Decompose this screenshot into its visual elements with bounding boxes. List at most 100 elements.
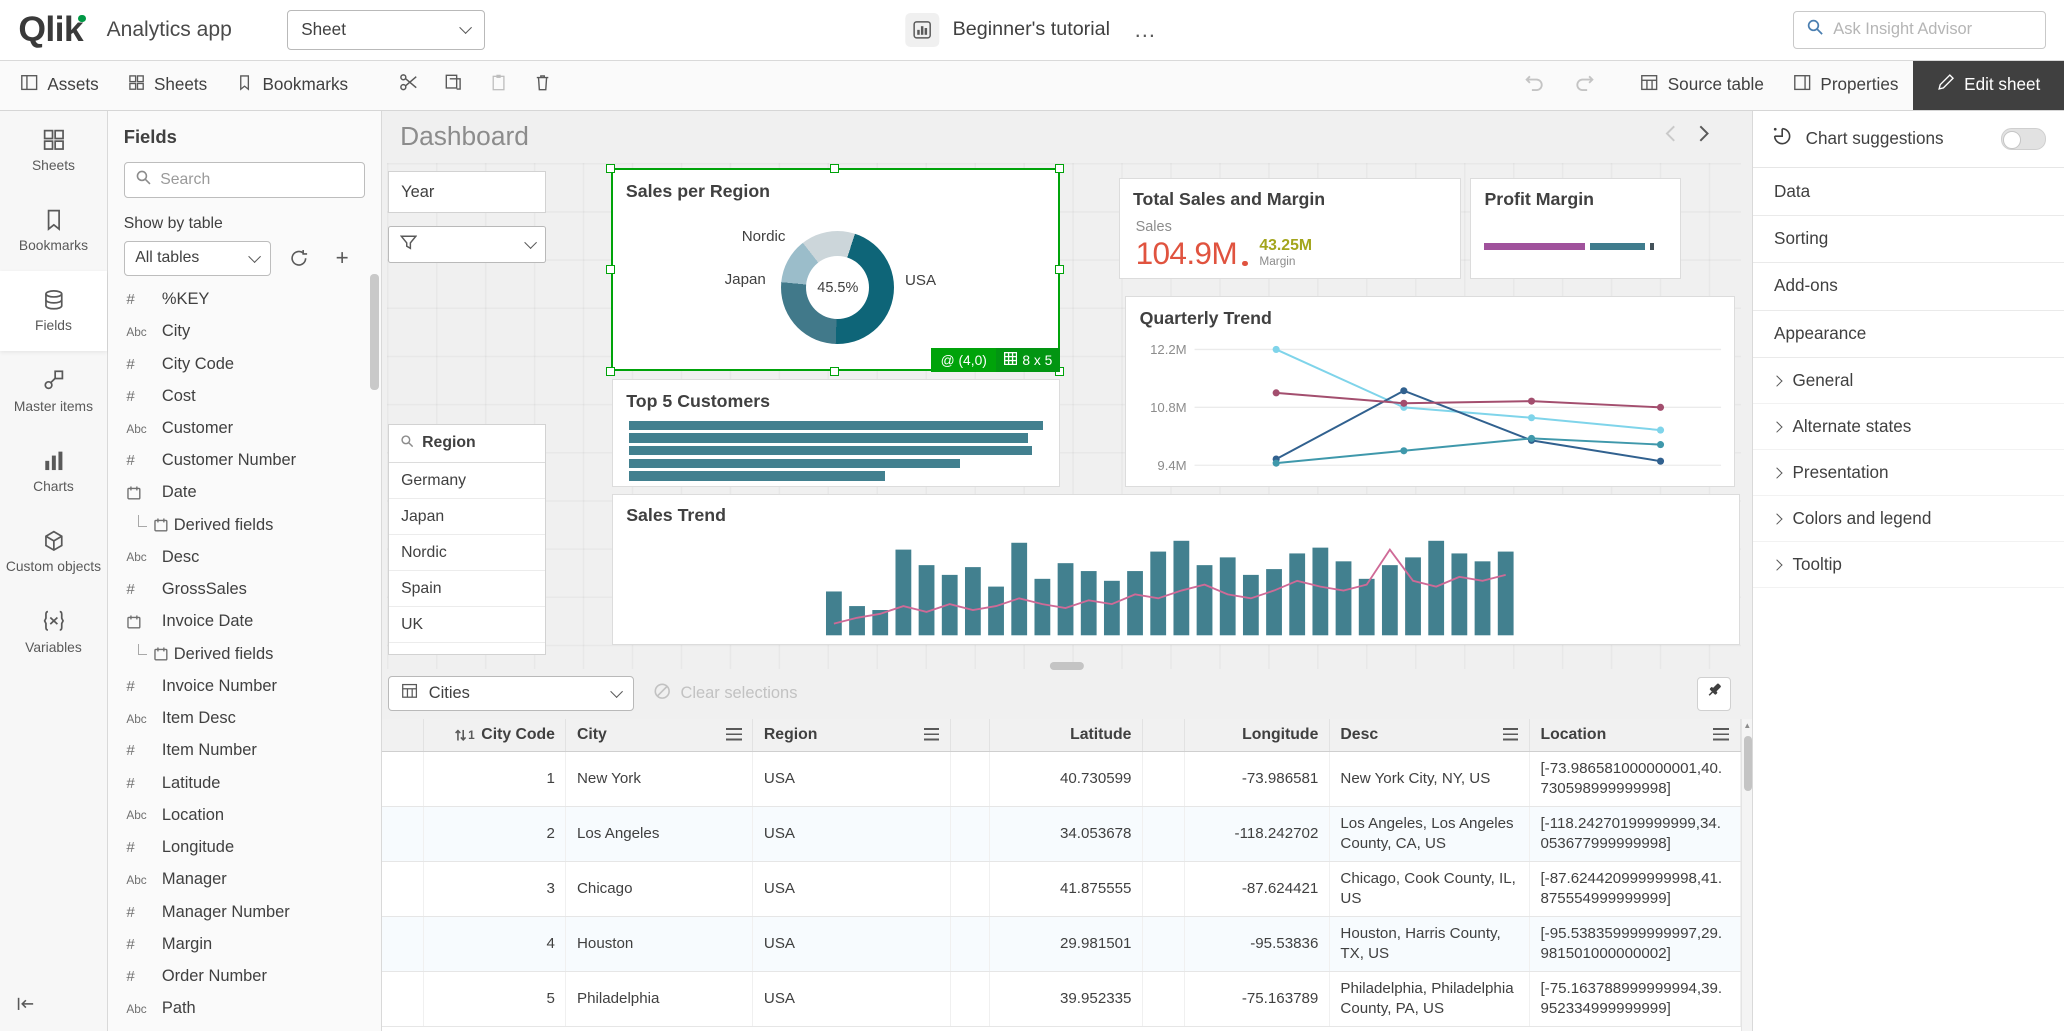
column-header-city-code[interactable]: 1City Code: [424, 719, 566, 752]
top-customers-chart[interactable]: Top 5 Customers: [612, 379, 1060, 487]
next-sheet-button[interactable]: [1699, 125, 1710, 142]
assets-button[interactable]: Assets: [5, 61, 113, 110]
rail-item-master-items[interactable]: Master items: [0, 351, 107, 431]
previous-sheet-button[interactable]: [1665, 125, 1676, 142]
properties-button[interactable]: Properties: [1778, 61, 1913, 110]
field-item-customer[interactable]: AbcCustomer: [108, 412, 381, 444]
qlik-logo[interactable]: Qlik: [18, 9, 88, 50]
column-menu-header[interactable]: [382, 719, 424, 752]
region-option-nordic[interactable]: Nordic: [389, 535, 545, 571]
copy-button[interactable]: [431, 61, 476, 110]
column-header-region[interactable]: Region: [753, 719, 950, 752]
customer-bar[interactable]: [629, 433, 1028, 442]
column-menu-icon[interactable]: [1503, 728, 1519, 741]
paste-button[interactable]: [476, 61, 521, 110]
insight-advisor-input[interactable]: [1833, 20, 2032, 39]
rail-item-fields[interactable]: Fields: [0, 271, 107, 351]
column-header-city[interactable]: City: [566, 719, 753, 752]
field-item-desc[interactable]: AbcDesc: [108, 541, 381, 573]
column-menu-icon[interactable]: [1713, 728, 1729, 741]
field-item-city[interactable]: AbcCity: [108, 316, 381, 348]
edit-sheet-button[interactable]: Edit sheet: [1913, 61, 2064, 110]
field-item-key[interactable]: #%KEY: [108, 283, 381, 315]
field-item-grosssales[interactable]: #GrossSales: [108, 574, 381, 606]
resize-handle[interactable]: [830, 164, 839, 173]
listbox-header[interactable]: Region: [389, 425, 545, 463]
table-scrollbar[interactable]: ▲: [1741, 719, 1752, 1031]
scrollbar-thumb[interactable]: [1744, 736, 1752, 791]
redo-button[interactable]: [1563, 73, 1608, 97]
column-header-latitude[interactable]: Latitude: [990, 719, 1143, 752]
collapse-panel-button[interactable]: [16, 994, 36, 1018]
section-appearance[interactable]: Appearance: [1753, 311, 2064, 358]
appearance-alternate-states[interactable]: Alternate states: [1753, 404, 2064, 450]
section-data[interactable]: Data: [1753, 168, 2064, 215]
delete-button[interactable]: [520, 61, 565, 110]
region-option-germany[interactable]: Germany: [389, 463, 545, 499]
field-item-item-desc[interactable]: AbcItem Desc: [108, 703, 381, 735]
splitter-handle[interactable]: [1050, 662, 1084, 670]
resize-handle[interactable]: [606, 367, 615, 376]
region-option-spain[interactable]: Spain: [389, 571, 545, 607]
field-item-longitude[interactable]: #Longitude: [108, 831, 381, 863]
column-header-longitude[interactable]: Longitude: [1185, 719, 1330, 752]
cut-button[interactable]: [386, 61, 431, 110]
pin-button[interactable]: [1697, 677, 1731, 711]
field-item-invoice-date[interactable]: Invoice Date: [108, 606, 381, 638]
customer-bar[interactable]: [629, 421, 1043, 430]
field-item-derived-fields[interactable]: Derived fields: [108, 638, 381, 670]
table-row[interactable]: 5PhiladelphiaUSA39.952335-75.163789Phila…: [382, 972, 1740, 1027]
sales-trend-chart[interactable]: Sales Trend: [612, 494, 1740, 645]
clear-selections-button[interactable]: Clear selections: [653, 682, 798, 705]
column-menu-header[interactable]: [950, 719, 989, 752]
field-item-margin[interactable]: #Margin: [108, 928, 381, 960]
field-item-latitude[interactable]: #Latitude: [108, 767, 381, 799]
fields-search-input[interactable]: [160, 171, 353, 189]
fields-scrollbar[interactable]: [370, 271, 379, 1023]
field-item-location[interactable]: AbcLocation: [108, 799, 381, 831]
sales-per-region-chart[interactable]: Sales per Region 45.5% Nordic Japan USA …: [611, 168, 1060, 371]
donut-chart[interactable]: 45.5%: [781, 231, 894, 344]
field-item-manager-number[interactable]: #Manager Number: [108, 896, 381, 928]
field-item-order-number[interactable]: #Order Number: [108, 960, 381, 992]
field-item-city-code[interactable]: #City Code: [108, 348, 381, 380]
column-menu-header[interactable]: [1142, 719, 1184, 752]
year-filter-listbox[interactable]: Year: [388, 171, 546, 213]
add-field-button[interactable]: +: [326, 243, 358, 275]
sheet-selector-dropdown[interactable]: Sheet: [287, 10, 484, 49]
customer-bar[interactable]: [629, 471, 886, 480]
appearance-colors-and-legend[interactable]: Colors and legend: [1753, 496, 2064, 542]
total-sales-kpi[interactable]: Total Sales and Margin Sales 104.9M 43.2…: [1119, 178, 1461, 279]
resize-handle[interactable]: [606, 265, 615, 274]
resize-handle[interactable]: [1055, 164, 1064, 173]
field-item-date[interactable]: Date: [108, 477, 381, 509]
field-item-derived-fields[interactable]: Derived fields: [108, 509, 381, 541]
appearance-tooltip[interactable]: Tooltip: [1753, 542, 2064, 588]
field-item-item-number[interactable]: #Item Number: [108, 735, 381, 767]
table-row[interactable]: 1New YorkUSA40.730599-73.986581New York …: [382, 752, 1740, 807]
column-header-location[interactable]: Location: [1529, 719, 1740, 752]
customer-bar[interactable]: [629, 446, 1033, 455]
field-item-product-group[interactable]: AbcProduct Group: [108, 1025, 381, 1031]
field-item-customer-number[interactable]: #Customer Number: [108, 445, 381, 477]
region-filter-listbox[interactable]: Region GermanyJapanNordicSpainUK: [388, 424, 546, 656]
scrollbar-thumb[interactable]: [370, 274, 379, 390]
fields-search[interactable]: [124, 162, 365, 199]
rail-item-charts[interactable]: Charts: [0, 432, 107, 512]
resize-handle[interactable]: [830, 367, 839, 376]
scroll-up-arrow[interactable]: ▲: [1742, 719, 1752, 732]
all-tables-dropdown[interactable]: All tables: [124, 241, 271, 275]
resize-handle[interactable]: [1055, 265, 1064, 274]
filter-dropdown[interactable]: [388, 226, 546, 263]
rail-item-bookmarks[interactable]: Bookmarks: [0, 191, 107, 271]
section-add-ons[interactable]: Add-ons: [1753, 263, 2064, 310]
field-item-invoice-number[interactable]: #Invoice Number: [108, 670, 381, 702]
appearance-general[interactable]: General: [1753, 358, 2064, 404]
rail-item-sheets[interactable]: Sheets: [0, 111, 107, 191]
table-row[interactable]: 4HoustonUSA29.981501-95.53836Houston, Ha…: [382, 917, 1740, 972]
cycle-fields-button[interactable]: [283, 243, 315, 275]
rail-item-variables[interactable]: Variables: [0, 592, 107, 672]
bookmarks-button[interactable]: Bookmarks: [222, 61, 363, 110]
insight-advisor-search[interactable]: [1793, 11, 2046, 49]
cities-table-selector[interactable]: Cities: [388, 676, 634, 712]
